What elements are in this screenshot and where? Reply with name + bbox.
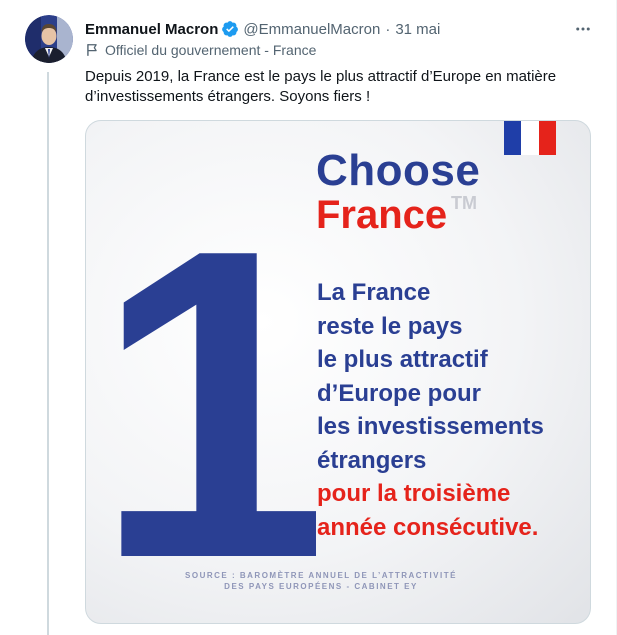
author-name[interactable]: Emmanuel Macron <box>85 21 218 38</box>
image-message: La France reste le pays le plus attracti… <box>317 276 544 544</box>
image-source: SOURCE : BAROMÈTRE ANNUEL DE L’ATTRACTIV… <box>156 570 486 592</box>
brand-choose: Choose <box>316 146 481 195</box>
message-line-highlight: année consécutive. <box>317 513 539 541</box>
source-line: SOURCE : BAROMÈTRE ANNUEL DE L’ATTRACTIV… <box>185 571 457 580</box>
tweet[interactable]: Emmanuel Macron @EmmanuelMacron · 31 mai… <box>0 0 617 635</box>
flag-outline-icon <box>85 43 99 57</box>
thread-line <box>47 72 49 635</box>
message-line: La France <box>317 279 431 306</box>
big-number-text: 1 <box>116 226 316 586</box>
trademark-mark: TM <box>451 193 477 213</box>
tweet-image[interactable]: 1 Choose France TM La France reste le pa… <box>85 120 591 624</box>
french-flag <box>504 121 556 155</box>
tweet-header: Emmanuel Macron @EmmanuelMacron · 31 mai <box>85 18 596 40</box>
message-line: étrangers <box>317 446 427 474</box>
avatar[interactable] <box>25 15 73 63</box>
verified-badge-icon <box>221 20 239 38</box>
message-line: d’Europe pour <box>317 379 481 407</box>
government-label-text: Officiel du gouvernement - France <box>105 42 317 58</box>
separator-dot: · <box>385 20 391 38</box>
message-line-highlight: pour la troisième <box>317 480 511 507</box>
message-line: le plus attractif <box>317 346 488 373</box>
brand-france: France <box>316 193 448 237</box>
message-line: les investissements <box>317 413 544 440</box>
more-options-icon[interactable] <box>570 16 596 42</box>
source-line: DES PAYS EUROPÉENS - CABINET EY <box>224 582 418 591</box>
tweet-date[interactable]: 31 mai <box>395 21 440 38</box>
author-handle[interactable]: @EmmanuelMacron <box>243 21 380 38</box>
message-line: reste le pays <box>317 312 463 340</box>
government-label[interactable]: Officiel du gouvernement - France <box>85 42 316 58</box>
big-number-one: 1 <box>116 226 316 586</box>
tweet-text: Depuis 2019, la France est le pays le pl… <box>85 68 557 105</box>
